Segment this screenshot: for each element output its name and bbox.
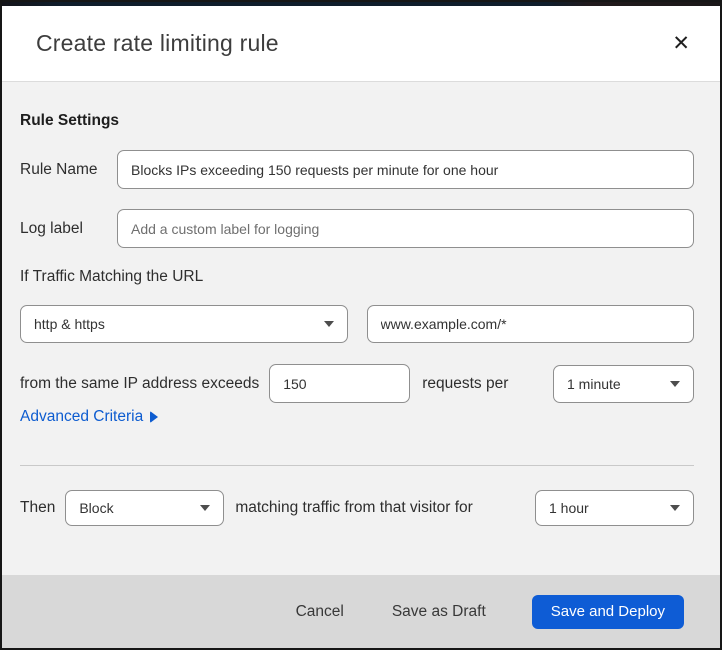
cancel-button[interactable]: Cancel (294, 599, 346, 625)
rule-name-label: Rule Name (20, 160, 98, 178)
chevron-down-icon (670, 505, 680, 511)
scheme-select-value: http & https (34, 316, 105, 332)
request-count-input[interactable] (269, 364, 411, 403)
rule-name-input[interactable] (117, 150, 694, 189)
duration-select[interactable]: 1 hour (535, 490, 694, 526)
log-label-row: Log label (20, 209, 694, 248)
create-rate-limiting-rule-dialog: Create rate limiting rule ✕ Rule Setting… (0, 0, 722, 650)
chevron-down-icon (670, 380, 680, 387)
rate-prefix-text: from the same IP address exceeds (20, 374, 260, 392)
then-label: Then (20, 499, 56, 516)
log-label-input[interactable] (117, 209, 694, 248)
advanced-criteria-label: Advanced Criteria (20, 408, 144, 425)
scheme-select[interactable]: http & https (20, 305, 348, 343)
dialog-header: Create rate limiting rule ✕ (2, 6, 720, 82)
action-select[interactable]: Block (65, 490, 225, 526)
section-divider (20, 465, 694, 466)
chevron-down-icon (323, 321, 334, 327)
url-pattern-input[interactable] (366, 305, 694, 343)
then-action-row: Then Block matching traffic from that vi… (20, 490, 694, 526)
dialog-footer: Cancel Save as Draft Save and Deploy (2, 575, 720, 648)
chevron-right-icon (150, 411, 159, 423)
save-draft-button[interactable]: Save as Draft (390, 599, 488, 625)
close-button[interactable]: ✕ (668, 29, 694, 58)
dialog-body: Rule Settings Rule Name Log label If Tra… (2, 82, 720, 575)
chevron-down-icon (200, 505, 211, 511)
period-select[interactable]: 1 minute (553, 364, 694, 403)
period-select-value: 1 minute (567, 375, 621, 392)
save-deploy-button[interactable]: Save and Deploy (531, 594, 684, 629)
page-title: Create rate limiting rule (36, 30, 279, 56)
traffic-match-heading: If Traffic Matching the URL (20, 268, 204, 285)
then-middle-text: matching traffic from that visitor for (235, 499, 473, 516)
rate-threshold-row: from the same IP address exceeds request… (20, 364, 694, 403)
rate-middle-text: requests per (422, 374, 509, 392)
log-label-label: Log label (20, 219, 83, 237)
rule-name-row: Rule Name (20, 150, 694, 189)
action-select-value: Block (79, 500, 114, 516)
traffic-match-row: http & https (20, 305, 694, 343)
duration-select-value: 1 hour (549, 500, 589, 516)
close-icon: ✕ (672, 31, 690, 55)
advanced-criteria-link[interactable]: Advanced Criteria (20, 408, 159, 426)
section-heading-rule-settings: Rule Settings (20, 112, 120, 129)
